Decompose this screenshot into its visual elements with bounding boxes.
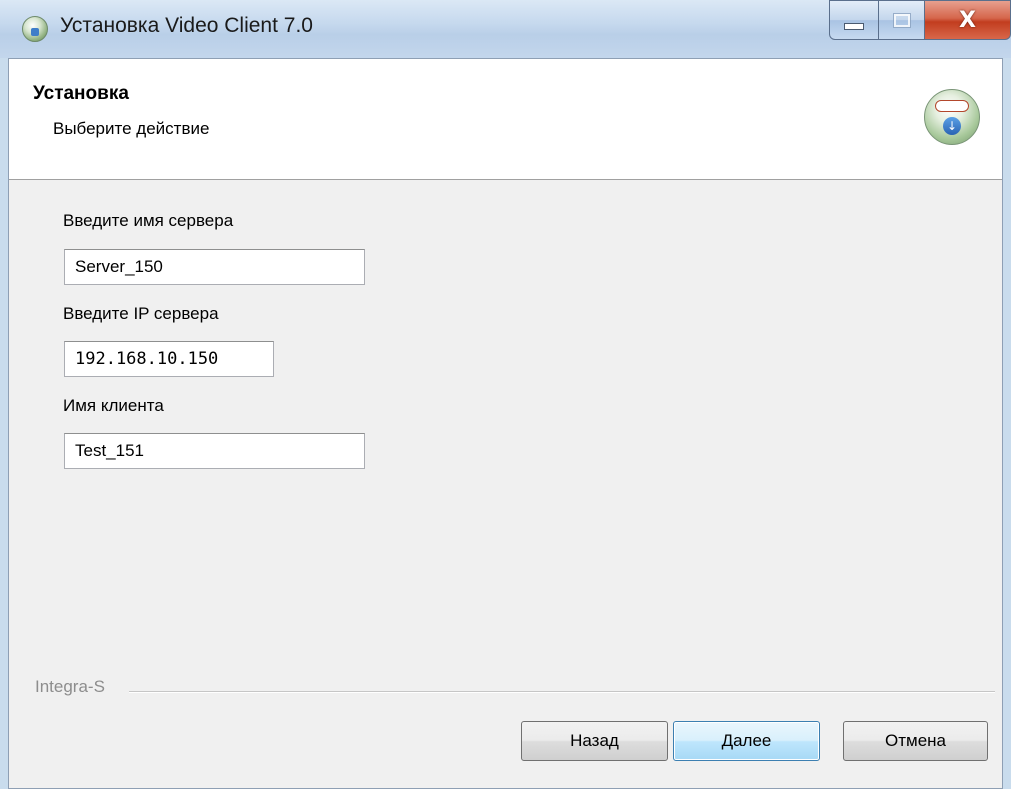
- server-ip-input[interactable]: [64, 341, 274, 377]
- window-controls: X: [829, 0, 1011, 44]
- installer-window: Установка Video Client 7.0 X Установка В…: [0, 0, 1011, 789]
- server-ip-label: Введите IP сервера: [63, 304, 219, 323]
- logo-band: [935, 100, 969, 112]
- download-arrow-icon: ↓: [943, 117, 961, 135]
- client-name-label: Имя клиента: [63, 396, 164, 415]
- server-name-label: Введите имя сервера: [63, 211, 234, 230]
- app-icon: [22, 16, 48, 42]
- back-button[interactable]: Назад: [521, 721, 668, 761]
- brand-label: Integra-S: [35, 677, 105, 696]
- server-name-input[interactable]: [64, 249, 365, 285]
- page-subtitle: Выберите действие: [53, 119, 210, 138]
- title-bar[interactable]: Установка Video Client 7.0 X: [0, 0, 1011, 58]
- maximize-icon: [892, 12, 911, 28]
- minimize-icon: [844, 22, 864, 30]
- page-title: Установка: [33, 83, 129, 104]
- header-panel: Установка Выберите действие ↓: [9, 59, 1002, 180]
- installer-logo-icon: ↓: [924, 89, 980, 145]
- maximize-button[interactable]: [879, 0, 925, 40]
- minimize-button[interactable]: [829, 0, 879, 40]
- dialog-body: Установка Выберите действие ↓ Введите им…: [8, 58, 1003, 789]
- footer-divider: [129, 691, 995, 693]
- cancel-button[interactable]: Отмена: [843, 721, 988, 761]
- close-icon: X: [959, 7, 976, 33]
- client-name-input[interactable]: [64, 433, 365, 469]
- next-button[interactable]: Далее: [673, 721, 820, 761]
- window-title: Установка Video Client 7.0: [60, 14, 313, 37]
- close-button[interactable]: X: [925, 0, 1011, 40]
